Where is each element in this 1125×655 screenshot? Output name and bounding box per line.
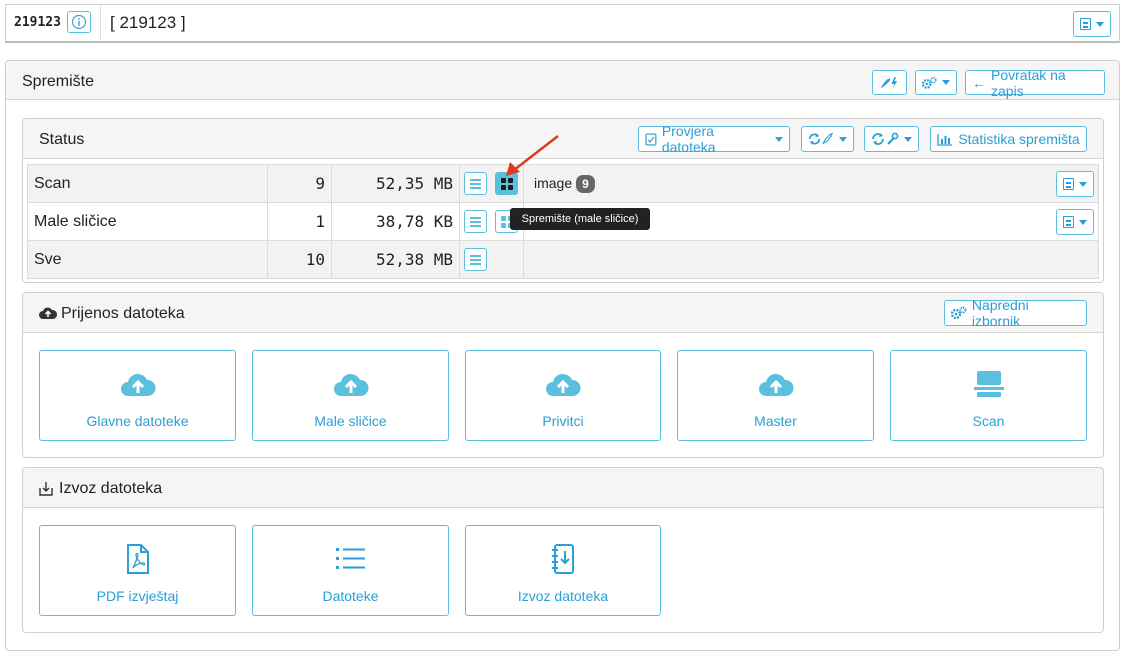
upload-title: Prijenos datoteka: [61, 305, 185, 322]
export-title: Izvoz datoteka: [59, 480, 163, 497]
table-row: Sve 10 52,38 MB: [27, 240, 1099, 279]
list-view-button[interactable]: [464, 172, 487, 195]
export-pdf-report-card[interactable]: PDF izvještaj: [39, 525, 236, 616]
tooltip: Spremište (male sličice): [510, 208, 650, 230]
menu-box-icon: [1080, 18, 1091, 30]
cloud-upload-icon: [39, 307, 57, 319]
file-types-cell: image 9: [523, 164, 1099, 203]
advanced-menu-button[interactable]: Napredni izbornik: [944, 297, 1087, 329]
bar-chart-icon: [937, 133, 953, 146]
status-title: Status: [39, 131, 85, 148]
cloud-upload-icon: [333, 373, 369, 396]
download-tray-icon: [39, 482, 53, 496]
card-label: Male sličice: [314, 413, 387, 429]
record-header-bar: 219123 [ 219123 ]: [5, 4, 1120, 43]
sync-rocket-icon: [809, 132, 834, 145]
record-menu-dropdown[interactable]: [1073, 11, 1111, 37]
file-count: 10: [267, 240, 332, 279]
card-label: Izvoz datoteka: [517, 588, 609, 604]
checklist-icon: [645, 132, 657, 146]
storage-size: 52,38 MB: [331, 240, 460, 279]
storage-stats-label: Statistika spremišta: [958, 131, 1080, 147]
sync-tools-dropdown[interactable]: [864, 126, 919, 152]
storage-panel-header: Spremište ← Povratak na zapis: [6, 61, 1119, 100]
cloud-upload-icon: [120, 373, 156, 396]
chevron-down-icon: [1079, 181, 1087, 187]
storage-size: 52,35 MB: [331, 164, 460, 203]
back-to-record-button[interactable]: ← Povratak na zapis: [965, 67, 1105, 99]
chevron-down-icon: [942, 80, 950, 85]
record-id: 219123: [14, 15, 61, 30]
card-label: Master: [754, 413, 797, 429]
storage-name: Male sličice: [27, 202, 268, 241]
rocket-flash-button[interactable]: [872, 70, 907, 95]
upload-panel-header: Prijenos datoteka Napredni izbornik: [23, 293, 1103, 333]
file-types-cell: [523, 240, 1099, 279]
rocket-icon: [880, 76, 898, 89]
menu-box-icon: [1063, 216, 1074, 228]
advanced-menu-label: Napredni izbornik: [971, 297, 1029, 329]
card-label: Datoteke: [322, 588, 379, 604]
card-label: PDF izvještaj: [96, 588, 179, 604]
export-file-export-card[interactable]: Izvoz datoteka: [465, 525, 661, 616]
list-icon: [335, 548, 365, 569]
check-files-dropdown[interactable]: Provjera datoteka: [638, 123, 790, 155]
chevron-down-icon: [839, 136, 847, 142]
back-to-record-label: Povratak na zapis: [991, 66, 1066, 99]
chevron-down-icon: [775, 136, 783, 142]
upload-master-card[interactable]: Master: [677, 350, 874, 441]
sync-wrench-icon: [872, 132, 899, 145]
storage-name: Scan: [27, 164, 268, 203]
chevron-down-icon: [1079, 219, 1087, 225]
row-menu-dropdown[interactable]: [1056, 209, 1094, 235]
cloud-upload-icon: [546, 373, 581, 396]
settings-dropdown[interactable]: [915, 70, 957, 95]
chevron-down-icon: [904, 136, 912, 142]
card-label: Glavne datoteke: [86, 413, 189, 429]
cloud-upload-icon: [758, 373, 794, 396]
header-divider: [100, 5, 101, 41]
file-type-count-badge: 9: [576, 174, 595, 193]
arrow-left-icon: ←: [972, 74, 986, 91]
list-view-button[interactable]: [464, 248, 487, 271]
card-label: Scan: [972, 413, 1005, 429]
file-count: 9: [267, 164, 332, 203]
list-icon: [470, 255, 481, 265]
upload-thumbnails-card[interactable]: Male sličice: [252, 350, 449, 441]
storage-name: Sve: [27, 240, 268, 279]
upload-scan-card[interactable]: Scan: [890, 350, 1087, 441]
view-buttons-cell: [459, 240, 524, 279]
upload-main-files-card[interactable]: Glavne datoteke: [39, 350, 236, 441]
record-title: [ 219123 ]: [110, 13, 186, 32]
upload-attachments-card[interactable]: Privitci: [465, 350, 661, 441]
gears-icon: [951, 306, 967, 320]
row-menu-dropdown[interactable]: [1056, 171, 1094, 197]
list-view-button[interactable]: [464, 210, 487, 233]
scanner-icon: [973, 371, 1004, 397]
card-label: Privitci: [542, 413, 584, 429]
export-panel-header: Izvoz datoteka: [23, 468, 1103, 508]
menu-box-icon: [1063, 178, 1074, 190]
sync-rocket-dropdown[interactable]: [801, 126, 854, 152]
info-icon: [71, 14, 87, 30]
notebook-download-icon: [552, 544, 574, 574]
chevron-down-icon: [1096, 21, 1104, 27]
list-icon: [470, 179, 481, 189]
gears-icon: [922, 76, 937, 89]
info-button[interactable]: [67, 11, 91, 33]
export-files-card[interactable]: Datoteke: [252, 525, 449, 616]
check-files-label: Provjera datoteka: [661, 123, 716, 155]
list-icon: [470, 217, 481, 227]
annotation-arrow-icon: [506, 135, 559, 176]
file-count: 1: [267, 202, 332, 241]
storage-title: Spremište: [22, 73, 95, 90]
storage-stats-button[interactable]: Statistika spremišta: [930, 126, 1087, 152]
storage-size: 38,78 KB: [331, 202, 460, 241]
pdf-file-icon: [126, 544, 149, 574]
